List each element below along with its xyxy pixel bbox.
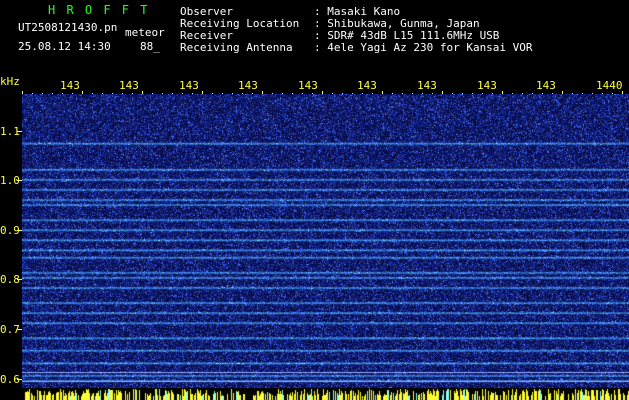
detection-count: 88_ <box>140 40 160 53</box>
spectrogram-panel <box>22 94 629 388</box>
x-tick-label: 1440 <box>596 79 623 92</box>
antenna-value: : 4ele Yagi Az 230 for Kansai VOR <box>314 41 533 54</box>
x-tick-label: 143 <box>119 79 139 92</box>
x-tick-label: 143 <box>477 79 497 92</box>
mode-tag: meteor <box>125 26 165 39</box>
app-title: H R O F F T <box>48 3 150 17</box>
x-tick-label: 143 <box>238 79 258 92</box>
x-tick-label: 143 <box>298 79 318 92</box>
y-axis-unit: kHz <box>0 75 20 88</box>
spectrogram-canvas <box>22 94 629 388</box>
hrofft-display: H R O F F T UT2508121430.pn meteor 25.08… <box>0 0 629 400</box>
x-tick-label: 143 <box>417 79 437 92</box>
x-tick-label: 143 <box>357 79 377 92</box>
x-tick-label: 143 <box>536 79 556 92</box>
file-name: UT2508121430.pn <box>18 21 118 34</box>
datetime: 25.08.12 14:30 <box>18 40 111 53</box>
detection-ruler <box>22 388 629 400</box>
antenna-label: Receiving Antenna <box>180 41 293 54</box>
detection-ruler-canvas <box>22 388 629 400</box>
x-tick-label: 143 <box>60 79 80 92</box>
x-tick-label: 143 <box>179 79 199 92</box>
